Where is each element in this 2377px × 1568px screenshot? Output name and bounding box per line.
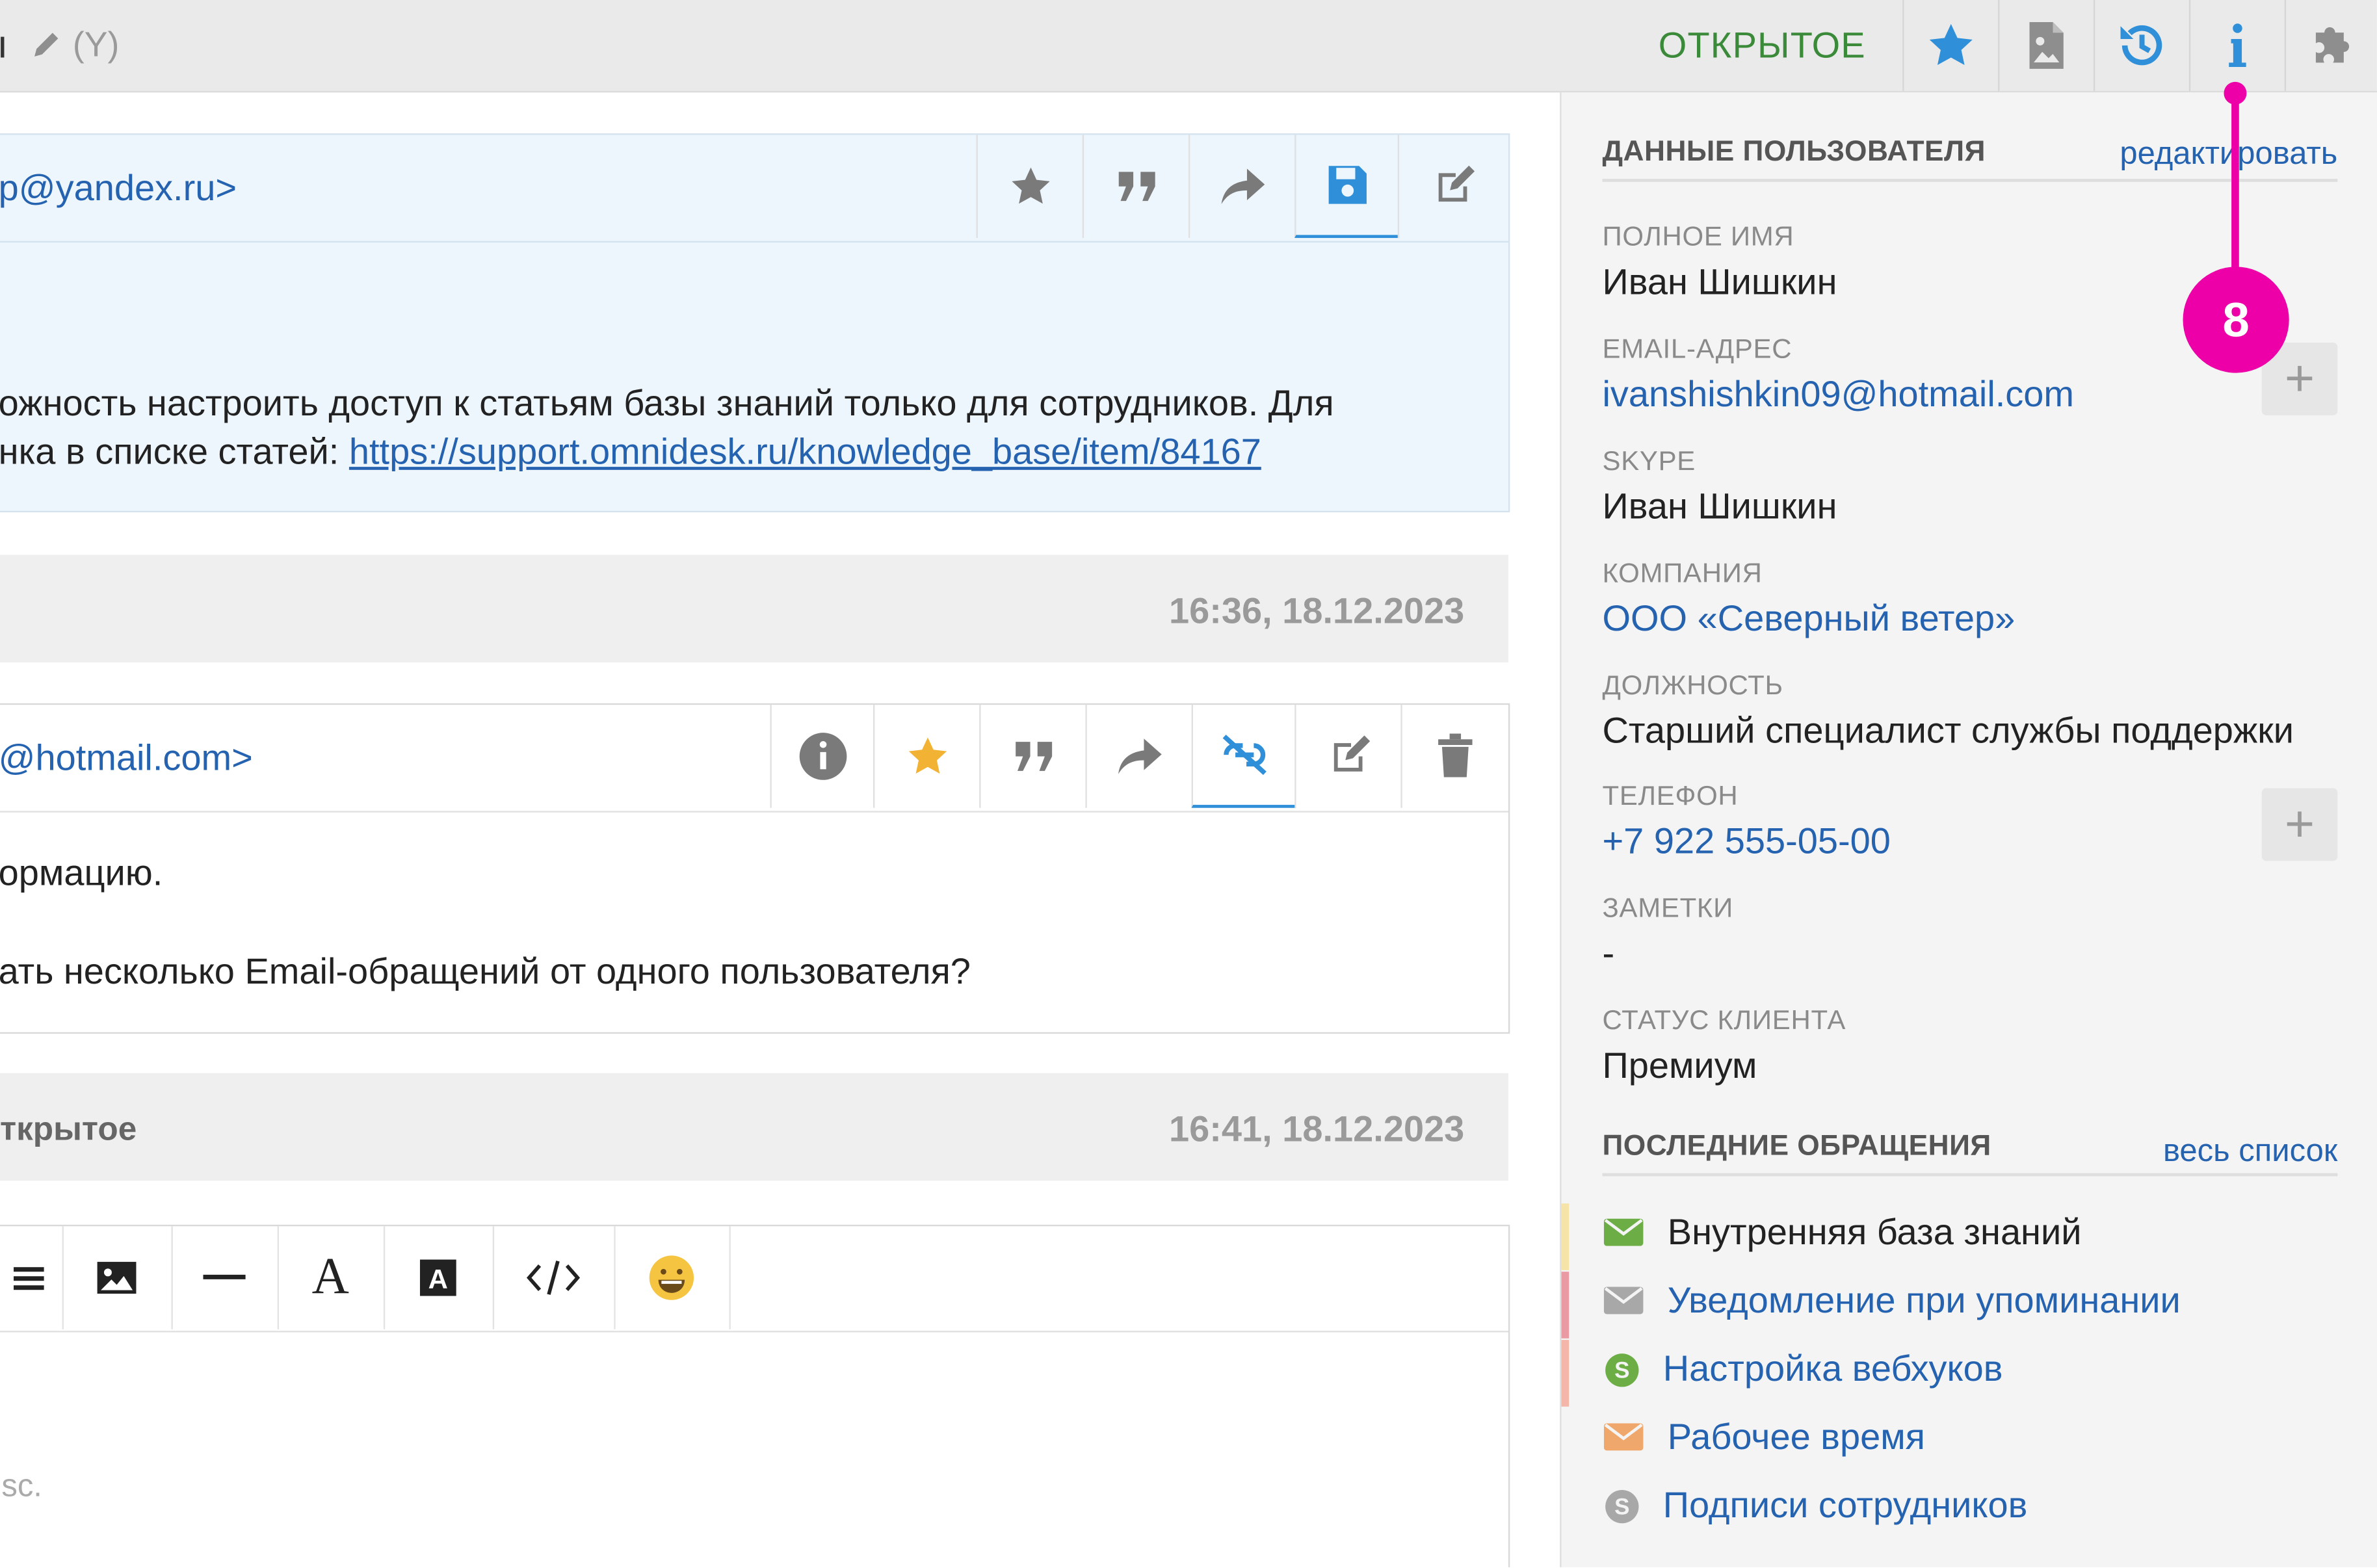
star-icon[interactable]: [873, 705, 981, 808]
editor-placeholder[interactable]: sc.: [1, 1469, 42, 1505]
user-section-title: ДАННЫЕ ПОЛЬЗОВАТЕЛЯ: [1602, 136, 1986, 168]
field-value-notes: -: [1602, 934, 1615, 975]
file-image-icon[interactable]: [1998, 0, 2094, 91]
font-color-icon[interactable]: A: [278, 1226, 386, 1329]
annotation-number: 8: [2222, 291, 2250, 346]
request-title[interactable]: Уведомление при упоминании: [1668, 1281, 2181, 1323]
background-color-icon[interactable]: A: [384, 1226, 495, 1329]
reply-editor: A A sc.: [0, 1224, 1510, 1567]
message-card: @hotmail.com> ормацию. ать несколько Ema…: [0, 703, 1510, 1034]
request-title[interactable]: Рабочее время: [1668, 1417, 1925, 1459]
message-sender[interactable]: p@yandex.ru>: [0, 168, 237, 211]
field-label-notes: ЗАМЕТКИ: [1602, 893, 1733, 923]
field-value-company[interactable]: ООО «Северный ветер»: [1603, 599, 2016, 641]
pencil-icon[interactable]: [31, 27, 64, 68]
field-label-email: EMAIL-АДРЕС: [1602, 333, 1793, 364]
message-body-line: нка в списке статей: https://support.omn…: [0, 432, 1261, 475]
user-section-header: ДАННЫЕ ПОЛЬЗОВАТЕЛЯ редактировать: [1602, 136, 2338, 182]
edit-user-link[interactable]: редактировать: [2120, 137, 2337, 173]
annotation-pointer-line: [2231, 90, 2239, 276]
quote-icon[interactable]: [1082, 135, 1190, 239]
favorite-star-icon[interactable]: [1902, 0, 1998, 91]
field-label-full-name: ПОЛНОЕ ИМЯ: [1602, 221, 1794, 252]
envelope-icon: [1603, 1287, 1644, 1322]
envelope-icon: [1603, 1423, 1644, 1458]
forward-icon[interactable]: [1085, 705, 1193, 808]
field-value-full-name: Иван Шишкин: [1602, 262, 1837, 304]
info-circle-icon[interactable]: [770, 705, 874, 808]
editor-toolbar: A A: [0, 1226, 1508, 1333]
reply-status[interactable]: ткрытое: [0, 1110, 137, 1149]
quote-icon[interactable]: [979, 705, 1087, 808]
message-timestamp: 16:36, 18.12.2023: [1169, 591, 1465, 633]
star-icon[interactable]: [976, 135, 1084, 239]
history-icon[interactable]: [2093, 0, 2189, 91]
field-value-email[interactable]: ivanshishkin09@hotmail.com: [1603, 374, 2075, 417]
message-body-line: ормацию.: [0, 853, 163, 895]
annotation-badge: 8: [2183, 267, 2289, 373]
field-label-client-status: СТАТУС КЛИЕНТА: [1602, 1004, 1846, 1036]
requests-section-header: ПОСЛЕДНИЕ ОБРАЩЕНИЯ весь список: [1602, 1130, 2338, 1177]
message-header: p@yandex.ru>: [0, 135, 1508, 243]
plus-icon: +: [2284, 794, 2315, 853]
reply-meta-bar: ткрытое 16:41, 18.12.2023: [0, 1073, 1508, 1181]
info-icon[interactable]: [2188, 0, 2285, 91]
field-value-skype: Иван Шишкин: [1602, 486, 1837, 528]
unlink-icon[interactable]: [1191, 705, 1296, 808]
field-label-company: КОМПАНИЯ: [1602, 558, 1763, 588]
image-icon[interactable]: [62, 1226, 173, 1329]
top-bar: ı (Y) ОТКРЫТОЕ: [0, 0, 2377, 93]
annotation-pointer-dot: [2224, 81, 2247, 105]
request-priority-bar: [1561, 1203, 1569, 1270]
emoji-icon[interactable]: [614, 1226, 731, 1329]
svg-text:S: S: [1614, 1494, 1629, 1519]
request-title[interactable]: Настройка вебхуков: [1663, 1349, 2003, 1391]
puzzle-icon[interactable]: [2284, 0, 2377, 91]
forward-icon[interactable]: [1188, 135, 1296, 239]
title-fragment: ı: [0, 21, 8, 68]
trash-icon[interactable]: [1400, 705, 1508, 808]
request-priority-bar: [1561, 1272, 1569, 1339]
requests-section-title: ПОСЛЕДНИЕ ОБРАЩЕНИЯ: [1602, 1130, 1991, 1163]
knowledge-base-link[interactable]: https://support.omnidesk.ru/knowledge_ba…: [349, 432, 1261, 473]
edit-icon[interactable]: [1294, 705, 1402, 808]
message-body-line: ожность настроить доступ к статьям базы …: [0, 383, 1334, 425]
message-header: @hotmail.com>: [0, 705, 1508, 813]
add-phone-button[interactable]: +: [2261, 788, 2338, 861]
field-value-client-status: Премиум: [1602, 1045, 1757, 1087]
envelope-icon: [1603, 1218, 1644, 1254]
field-label-position: ДОЛЖНОСТЬ: [1602, 670, 1783, 701]
plus-icon: +: [2284, 349, 2315, 408]
field-label-phone: ТЕЛЕФОН: [1602, 780, 1739, 811]
edit-icon[interactable]: [1397, 135, 1508, 239]
save-icon[interactable]: [1294, 135, 1400, 239]
all-requests-link[interactable]: весь список: [2163, 1134, 2337, 1170]
field-value-position: Старший специалист службы поддержки: [1602, 711, 2294, 752]
ticket-status[interactable]: ОТКРЫТОЕ: [1659, 26, 1866, 68]
reply-timestamp: 16:41, 18.12.2023: [1169, 1109, 1465, 1151]
message-body-line: ать несколько Email-обращений от одного …: [0, 952, 971, 993]
skype-icon: S: [1604, 1489, 1640, 1533]
message-body-text: нка в списке статей:: [0, 432, 349, 473]
request-title[interactable]: Внутренняя база знаний: [1668, 1212, 2082, 1255]
svg-text:A: A: [428, 1264, 448, 1294]
skype-icon: S: [1604, 1352, 1640, 1396]
field-value-phone[interactable]: +7 922 555-05-00: [1603, 822, 1891, 864]
svg-text:S: S: [1614, 1357, 1629, 1383]
field-label-skype: SKYPE: [1602, 445, 1696, 477]
message-meta-bar: 16:36, 18.12.2023: [0, 555, 1508, 662]
request-priority-bar: [1561, 1340, 1569, 1407]
horizontal-rule-icon[interactable]: [171, 1226, 280, 1329]
request-title[interactable]: Подписи сотрудников: [1663, 1485, 2028, 1528]
edit-hint: (Y): [72, 24, 120, 64]
message-sender[interactable]: @hotmail.com>: [0, 738, 253, 780]
code-icon[interactable]: [493, 1226, 616, 1329]
message-card: p@yandex.ru> ожность настроить доступ к …: [0, 133, 1510, 513]
list-icon[interactable]: [0, 1226, 64, 1329]
